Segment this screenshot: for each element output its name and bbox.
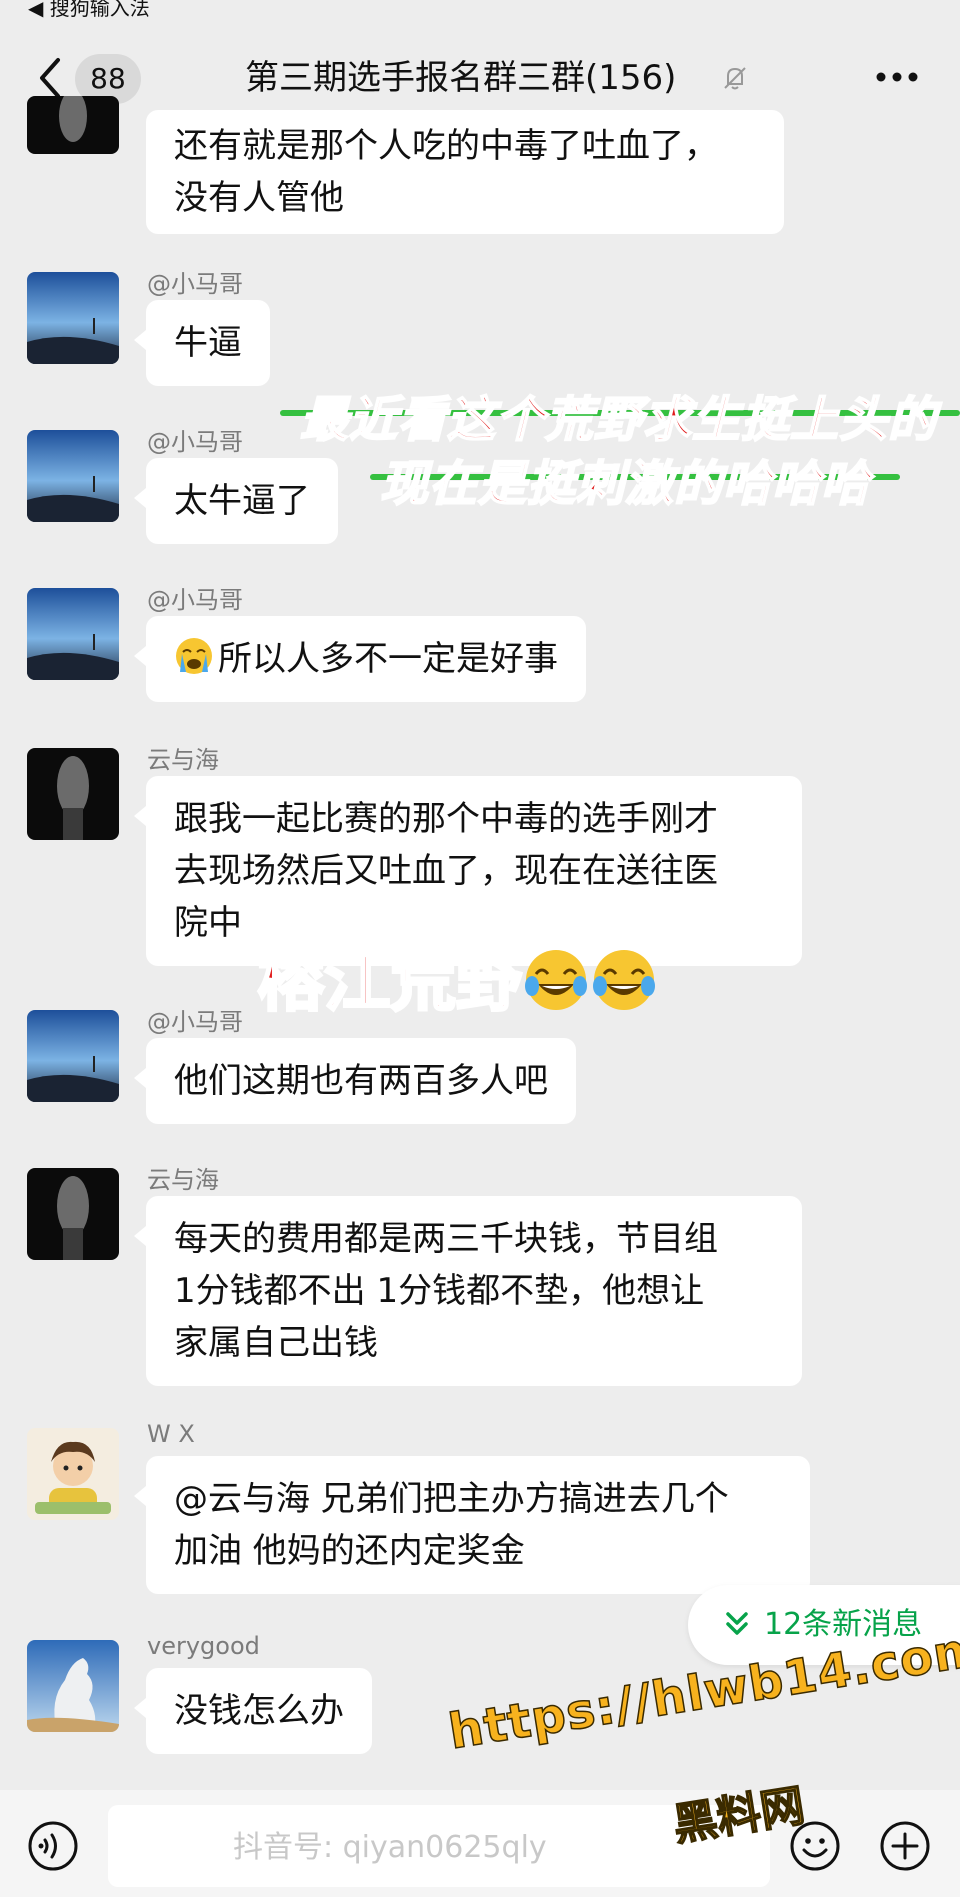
message-line: 家属自己出钱 (174, 1323, 378, 1363)
message-bubble[interactable]: @云与海 兄弟们把主办方搞进去几个 加油 他妈的还内定奖金 (134, 1456, 810, 1594)
message-text: 所以人多不一定是好事 (218, 639, 558, 679)
back-chevron-icon[interactable] (36, 56, 64, 100)
avatar-image (27, 588, 119, 680)
message-bubble[interactable]: 每天的费用都是两三千块钱，节目组 1分钱都不出 1分钱都不垫，他想让 家属自己出… (134, 1196, 802, 1386)
message-line: 跟我一起比赛的那个中毒的选手刚才 (174, 799, 718, 839)
message-line: 所以人多不一定是好事 (174, 633, 558, 685)
message-line: 每天的费用都是两三千块钱，节目组 (174, 1219, 718, 1259)
sender-name: @小马哥 (147, 1008, 243, 1036)
avatar[interactable] (27, 430, 119, 522)
avatar[interactable] (27, 272, 119, 364)
avatar[interactable] (27, 748, 119, 840)
message-line: 牛逼 (174, 323, 242, 363)
avatar-image (27, 272, 119, 364)
avatar[interactable] (27, 1168, 119, 1260)
message-line: 他们这期也有两百多人吧 (174, 1061, 548, 1101)
message-line: 去现场然后又吐血了，现在在送往医 (174, 851, 718, 891)
douyin-watermark: 抖音号: qiyan0625qly (233, 1830, 547, 1865)
message-line: 还有就是那个人吃的中毒了吐血了， (174, 126, 718, 166)
message-bubble[interactable]: 太牛逼了 (134, 458, 338, 544)
double-chevron-down-icon (726, 1612, 748, 1635)
sender-name: verygood (147, 1632, 260, 1660)
sender-name: @小马哥 (147, 586, 243, 614)
sender-name: 云与海 (147, 1166, 219, 1194)
status-bar: ◀ 搜狗输入法 (0, 0, 960, 20)
caption-line-1: 最近看这个荒野求生挺上头的 (299, 391, 938, 449)
avatar-image (27, 748, 119, 840)
avatar[interactable] (27, 1640, 119, 1732)
avatar-image (27, 96, 119, 154)
caption-line-2: 现在是挺刺激的哈哈哈 (379, 455, 871, 513)
sender-name: @小马哥 (147, 270, 243, 298)
avatar-image (27, 1428, 119, 1520)
avatar-image (27, 1168, 119, 1260)
sender-name: @小马哥 (147, 428, 243, 456)
mute-bell-icon (724, 67, 746, 90)
message-line: 太牛逼了 (174, 481, 310, 521)
avatar[interactable] (27, 1010, 119, 1102)
message-line: 没有人管他 (174, 178, 344, 218)
sender-name: 云与海 (147, 746, 219, 774)
sender-name: W X (147, 1420, 195, 1448)
avatar[interactable] (27, 588, 119, 680)
message-line: 1分钱都不出 1分钱都不垫，他想让 (174, 1271, 705, 1311)
message-line: @云与海 兄弟们把主办方搞进去几个 (174, 1479, 729, 1519)
big-caption-text: 榕江荒野 (257, 942, 524, 1022)
avatar-image (27, 1640, 119, 1732)
big-caption: 榕江荒野 (257, 928, 658, 1024)
avatar-image (27, 430, 119, 522)
message-bubble[interactable]: 他们这期也有两百多人吧 (134, 1038, 576, 1124)
avatar[interactable] (27, 1428, 119, 1520)
message-bubble[interactable]: 所以人多不一定是好事 (134, 616, 586, 702)
message-line: 加油 他妈的还内定奖金 (174, 1531, 525, 1571)
message-bubble[interactable]: 还有就是那个人吃的中毒了吐血了， 没有人管他 (146, 110, 784, 234)
message-bubble[interactable]: 没钱怎么办 (134, 1668, 372, 1754)
avatar-image (27, 1010, 119, 1102)
tears-of-joy-icon (593, 950, 655, 1010)
status-text: ◀ 搜狗输入法 (28, 0, 150, 20)
avatar[interactable] (27, 96, 119, 154)
loudly-crying-face-icon (176, 638, 212, 674)
message-line: 没钱怎么办 (174, 1691, 344, 1731)
tears-of-joy-icon (525, 950, 587, 1010)
chat-title: 第三期选手报名群三群(156) (245, 58, 677, 98)
voice-icon[interactable] (27, 1820, 79, 1872)
message-bubble[interactable]: 牛逼 (134, 300, 270, 386)
plus-icon[interactable] (879, 1820, 931, 1872)
more-options-icon[interactable] (874, 64, 920, 90)
